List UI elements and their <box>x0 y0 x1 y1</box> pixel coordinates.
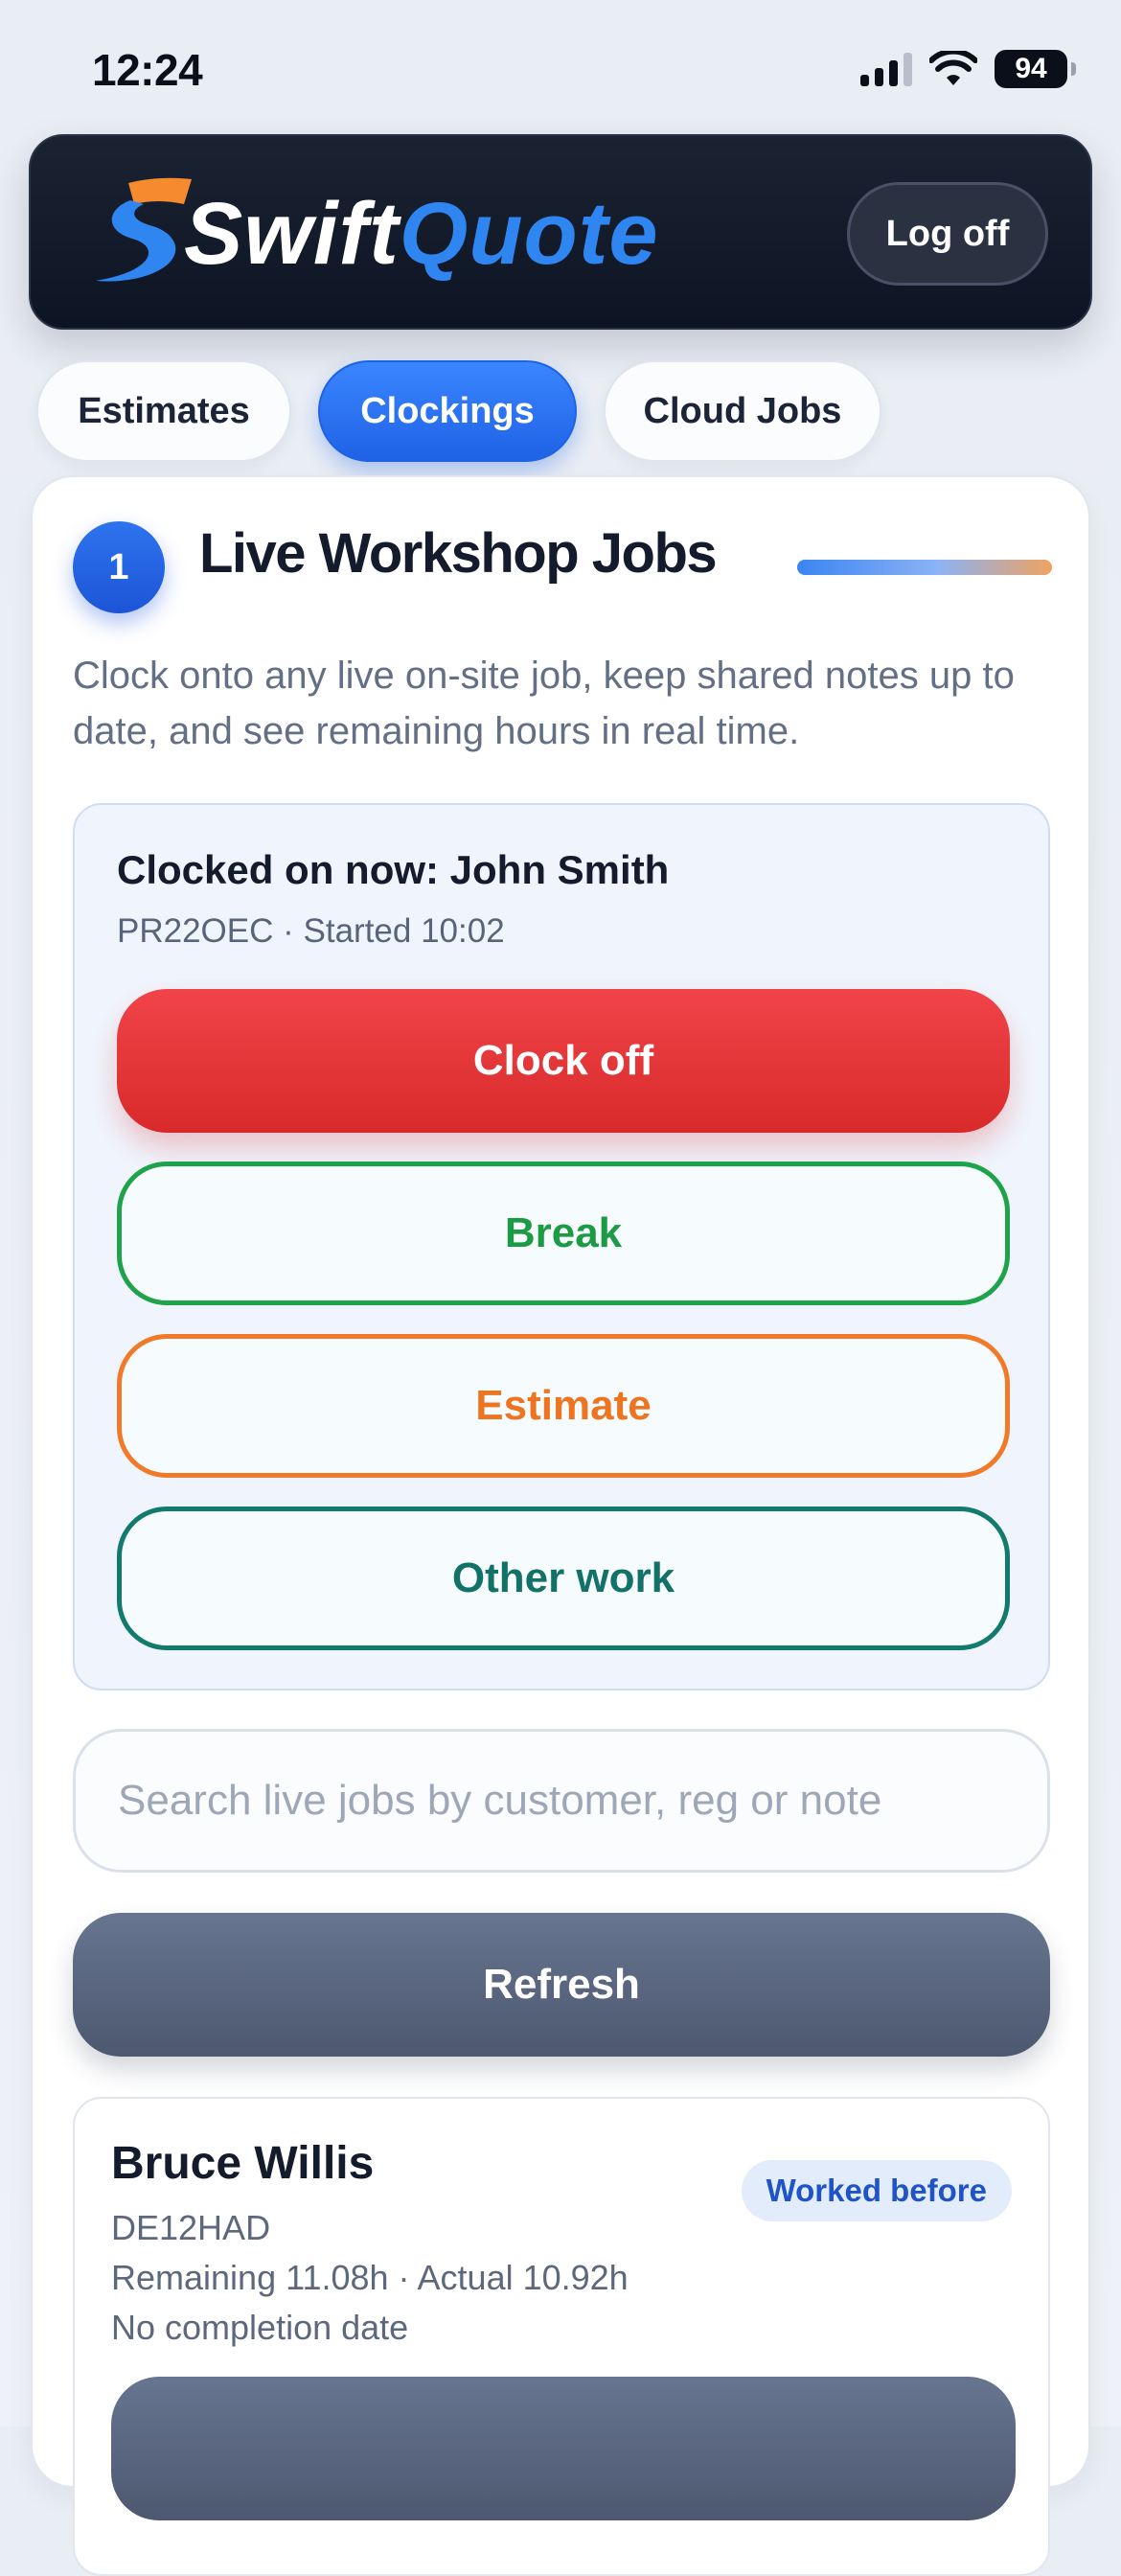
step-number-badge: 1 <box>73 521 165 613</box>
estimate-button[interactable]: Estimate <box>117 1334 1010 1478</box>
status-bar: 12:24 94 <box>0 0 1121 134</box>
app-header: SwiftQuote Log off <box>29 134 1092 330</box>
job-registration: DE12HAD <box>111 2208 271 2247</box>
clocked-on-title: Clocked on now: John Smith <box>117 847 670 892</box>
job-action-button[interactable] <box>111 2377 1016 2520</box>
break-button[interactable]: Break <box>117 1162 1010 1305</box>
clock-off-button[interactable]: Clock off <box>117 989 1010 1133</box>
panel-description: Clock onto any live on-site job, keep sh… <box>73 655 1015 752</box>
clocked-on-subtitle: PR22OEC · Started 10:02 <box>117 912 505 950</box>
status-indicators: 94 <box>860 48 1076 90</box>
cellular-signal-icon <box>860 52 912 86</box>
live-jobs-panel: 1 Live Workshop Jobs Clock onto any live… <box>31 475 1090 2576</box>
worked-before-badge: Worked before <box>741 2160 1012 2221</box>
job-hours: Remaining 11.08h · Actual 10.92h <box>111 2258 629 2297</box>
wifi-icon <box>929 51 977 85</box>
job-completion-date: No completion date <box>111 2308 409 2347</box>
clocked-on-card: Clocked on now: John Smith PR22OEC · Sta… <box>73 803 1050 1690</box>
swiftquote-logo: SwiftQuote <box>92 167 659 301</box>
job-customer-name: Bruce Willis <box>111 2138 375 2189</box>
tab-bar: Estimates Clockings Cloud Jobs <box>36 360 881 462</box>
job-card[interactable]: Bruce Willis Worked before DE12HAD Remai… <box>73 2097 1050 2576</box>
battery-icon: 94 <box>995 50 1076 88</box>
tab-estimates[interactable]: Estimates <box>36 360 291 462</box>
tab-cloud-jobs[interactable]: Cloud Jobs <box>604 360 881 462</box>
search-input[interactable] <box>118 1777 1005 1825</box>
refresh-button[interactable]: Refresh <box>73 1913 1050 2057</box>
log-off-button[interactable]: Log off <box>847 182 1048 286</box>
tab-clockings[interactable]: Clockings <box>318 360 577 462</box>
status-time: 12:24 <box>92 45 203 95</box>
title-accent-bar <box>797 560 1052 575</box>
search-field[interactable] <box>73 1729 1050 1873</box>
logo-text-swift: Swift <box>184 184 400 283</box>
panel-title: Live Workshop Jobs <box>199 522 718 585</box>
logo-text-quote: Quote <box>399 184 659 283</box>
logo-swoosh-icon <box>96 177 192 282</box>
other-work-button[interactable]: Other work <box>117 1506 1010 1650</box>
